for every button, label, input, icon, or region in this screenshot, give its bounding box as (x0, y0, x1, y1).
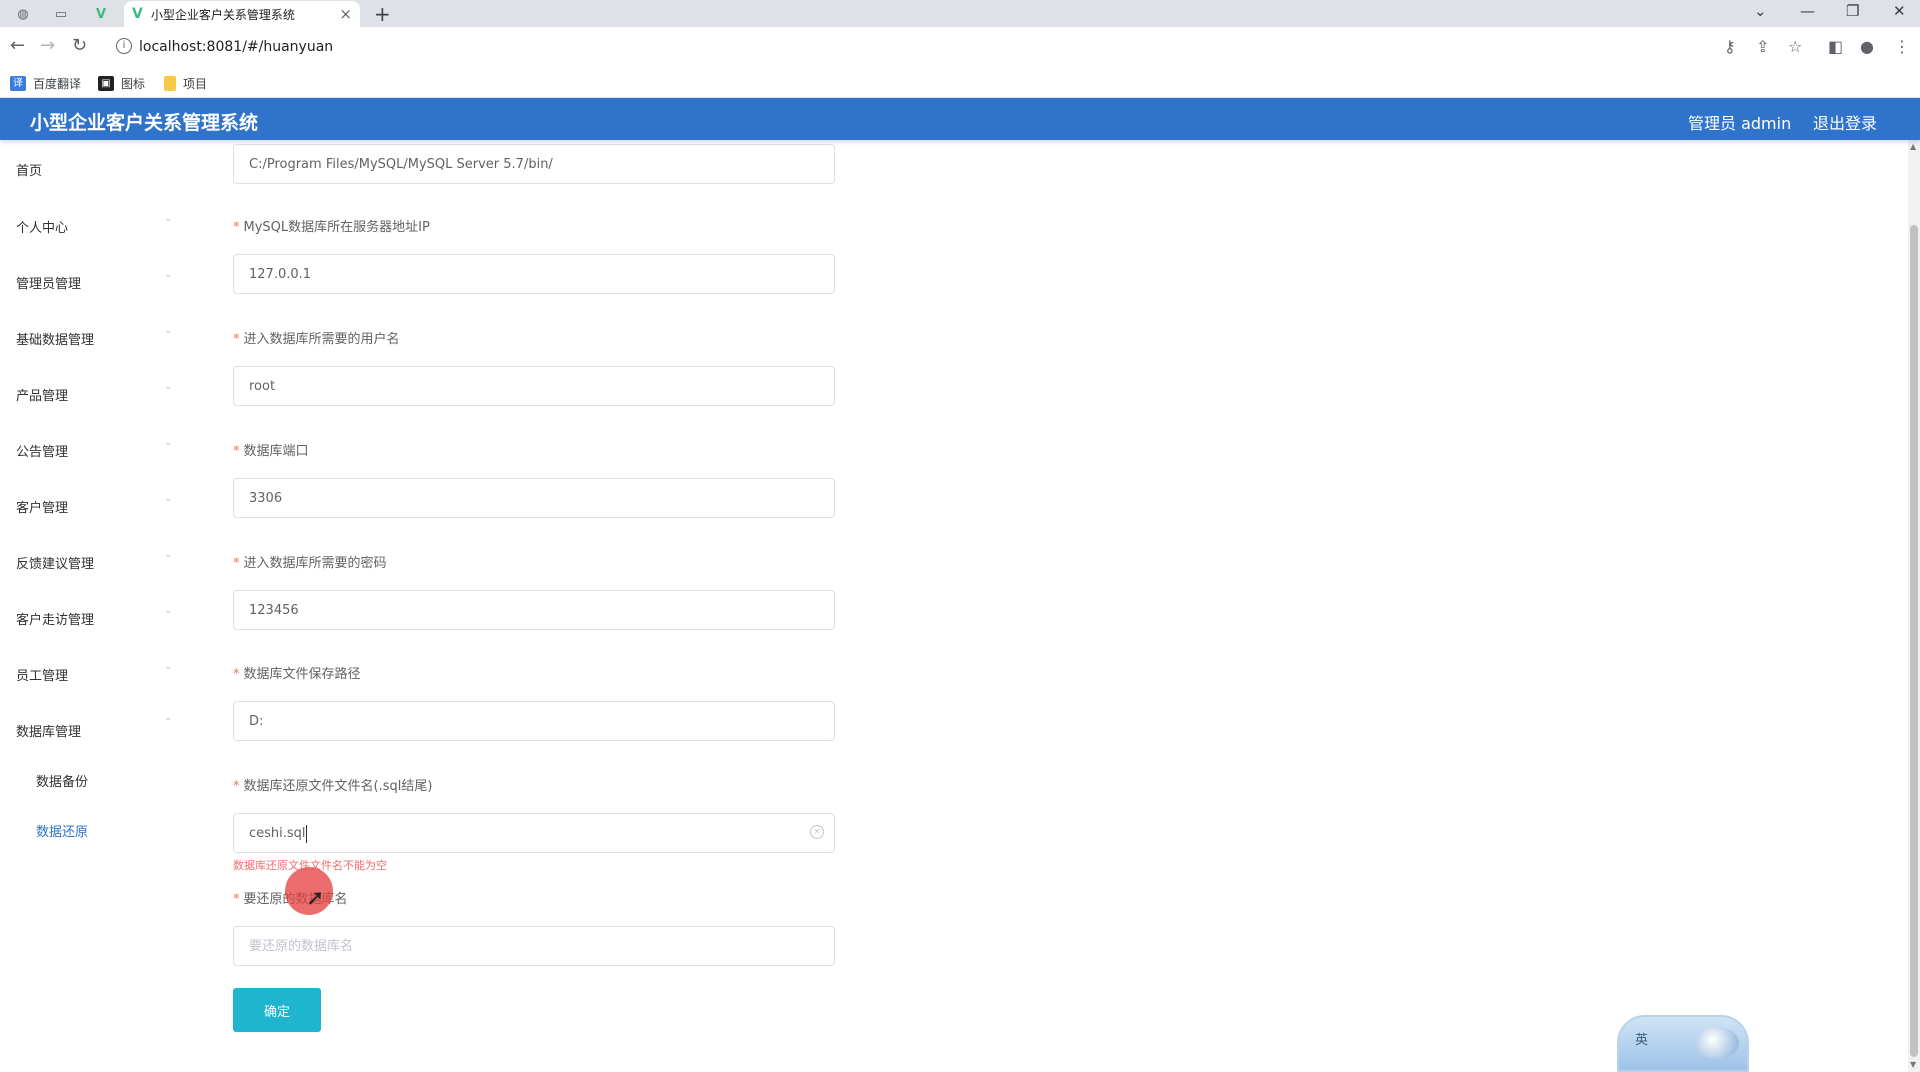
ime-mascot-icon (1695, 1027, 1739, 1059)
star-icon[interactable]: ☆ (1788, 37, 1802, 56)
new-tab-icon[interactable]: + (374, 2, 391, 26)
share-icon[interactable]: ⇪ (1756, 37, 1769, 56)
address-bar[interactable]: i localhost:8081/#/huanyuan (108, 32, 1488, 64)
app-title: 小型企业客户关系管理系统 (30, 112, 259, 134)
active-tab[interactable]: V 小型企业客户关系管理系统 × (124, 1, 360, 27)
host-input[interactable] (234, 255, 834, 293)
side-panel-icon[interactable]: ◧ (1828, 37, 1843, 56)
blank-tab-icon[interactable]: ▭ (46, 3, 76, 25)
sidebar-subitem-restore[interactable]: 数据还原 (36, 821, 88, 840)
chevron-down-icon: ⌄ (164, 381, 173, 392)
scrollbar-thumb[interactable] (1910, 225, 1918, 1057)
chevron-down-icon: ⌄ (164, 437, 173, 448)
close-window-icon[interactable]: ✕ (1893, 2, 1906, 20)
bookmark-project[interactable]: 项目 (164, 75, 207, 92)
submit-button[interactable]: 确定 (233, 988, 321, 1032)
text-caret (306, 825, 307, 843)
save-path-field[interactable] (233, 701, 835, 741)
password-field[interactable] (233, 590, 835, 630)
restore-file-label: * 数据库还原文件文件名(.sql结尾) (233, 779, 433, 794)
reload-icon[interactable]: ↻ (72, 35, 87, 56)
close-tab-icon[interactable]: × (339, 5, 352, 23)
host-label: * MySQL数据库所在服务器地址IP (233, 220, 430, 235)
vue-tab-icon[interactable]: V (86, 3, 116, 25)
chevron-down-icon: ⌄ (164, 269, 173, 280)
username-field[interactable] (233, 366, 835, 406)
sidebar-item-home[interactable]: 首页 (16, 156, 176, 180)
minimize-icon[interactable]: — (1800, 2, 1815, 20)
username-input[interactable] (234, 367, 834, 405)
translate-icon: 译 (10, 76, 26, 91)
current-user: 管理员 admin (1688, 114, 1792, 133)
sidebar-subitem-backup[interactable]: 数据备份 (36, 771, 88, 790)
restore-icon[interactable]: ❐ (1846, 2, 1859, 20)
globe-icon[interactable]: ◍ (8, 3, 38, 25)
bookmark-baidu-translate[interactable]: 译 百度翻译 (10, 75, 81, 92)
restore-file-input[interactable] (234, 814, 834, 852)
chevron-down-icon: ⌄ (164, 493, 173, 504)
url-text: localhost:8081/#/huanyuan (139, 39, 334, 55)
username-label: * 进入数据库所需要的用户名 (233, 332, 400, 347)
app-header: 小型企业客户关系管理系统 管理员 admin 退出登录 (0, 98, 1920, 140)
ime-widget[interactable]: 英 (1617, 1015, 1749, 1072)
port-input[interactable] (234, 479, 834, 517)
port-label: * 数据库端口 (233, 444, 309, 459)
tab-search-icon[interactable]: ⌄ (1754, 2, 1767, 20)
save-path-label: * 数据库文件保存路径 (233, 667, 361, 682)
sidebar-item-feedback[interactable]: 反馈建议管理 ⌄ (16, 549, 176, 573)
chevron-down-icon: ⌄ (164, 213, 173, 224)
sidebar-item-customers[interactable]: 客户管理 ⌄ (16, 493, 176, 517)
host-field[interactable] (233, 254, 835, 294)
bookmarks-bar: 译 百度翻译 ▣ 图标 项目 (0, 68, 1920, 98)
restore-db-field[interactable] (233, 926, 835, 966)
port-field[interactable] (233, 478, 835, 518)
scroll-down-icon[interactable]: ▼ (1910, 1060, 1916, 1069)
sidebar-item-staff[interactable]: 员工管理 ⌄ (16, 661, 176, 685)
forward-icon[interactable]: → (40, 35, 55, 56)
restore-file-field[interactable]: × (233, 813, 835, 853)
restore-form: *MySQL数据库所在服务器地址IP *进入数据库所需要的用户名 *数据库端口 … (190, 140, 1908, 1072)
scroll-up-icon[interactable]: ▲ (1910, 142, 1916, 151)
profile-icon[interactable]: ● (1860, 37, 1874, 56)
browser-toolbar: ← → ↻ i localhost:8081/#/huanyuan ⚷ ⇪ ☆ … (0, 27, 1920, 68)
sidebar-item-database[interactable]: 数据库管理 ⌃ (16, 717, 176, 741)
mysql-path-input[interactable] (234, 145, 834, 183)
info-icon[interactable]: i (116, 38, 132, 54)
sidebar: 首页 个人中心 ⌄ 管理员管理 ⌄ 基础数据管理 ⌄ 产品管理 ⌄ 公告管理 ⌄… (0, 140, 190, 1072)
restore-db-input[interactable] (234, 927, 834, 965)
folder-icon (164, 76, 176, 91)
chevron-up-icon: ⌃ (164, 717, 173, 728)
back-icon[interactable]: ← (10, 35, 25, 56)
sidebar-item-visits[interactable]: 客户走访管理 ⌄ (16, 605, 176, 629)
chevron-down-icon: ⌄ (164, 325, 173, 336)
mouse-cursor-icon: ➚ (306, 886, 325, 911)
key-icon[interactable]: ⚷ (1724, 37, 1736, 56)
page-scrollbar[interactable]: ▲ ▼ (1908, 140, 1920, 1072)
sidebar-item-admin[interactable]: 管理员管理 ⌄ (16, 269, 176, 293)
logout-link[interactable]: 退出登录 (1813, 110, 1877, 134)
bookmark-icons[interactable]: ▣ 图标 (98, 75, 145, 92)
mysql-path-field[interactable] (233, 144, 835, 184)
more-icon[interactable]: ⋮ (1894, 37, 1910, 56)
image-icon: ▣ (98, 76, 114, 91)
tab-title: 小型企业客户关系管理系统 (150, 7, 295, 22)
sidebar-item-base-data[interactable]: 基础数据管理 ⌄ (16, 325, 176, 349)
chevron-down-icon: ⌄ (164, 549, 173, 560)
chevron-down-icon: ⌄ (164, 661, 173, 672)
vue-favicon-icon: V (132, 6, 143, 22)
browser-tab-strip: ◍ ▭ V V 小型企业客户关系管理系统 × + ⌄ — ❐ ✕ (0, 0, 1920, 27)
save-path-input[interactable] (234, 702, 834, 740)
password-input[interactable] (234, 591, 834, 629)
sidebar-item-profile[interactable]: 个人中心 ⌄ (16, 213, 176, 237)
sidebar-item-notices[interactable]: 公告管理 ⌄ (16, 437, 176, 461)
ime-mode-label: 英 (1635, 1033, 1649, 1048)
password-label: * 进入数据库所需要的密码 (233, 556, 387, 571)
clear-icon[interactable]: × (810, 825, 824, 839)
sidebar-item-products[interactable]: 产品管理 ⌄ (16, 381, 176, 405)
chevron-down-icon: ⌄ (164, 605, 173, 616)
